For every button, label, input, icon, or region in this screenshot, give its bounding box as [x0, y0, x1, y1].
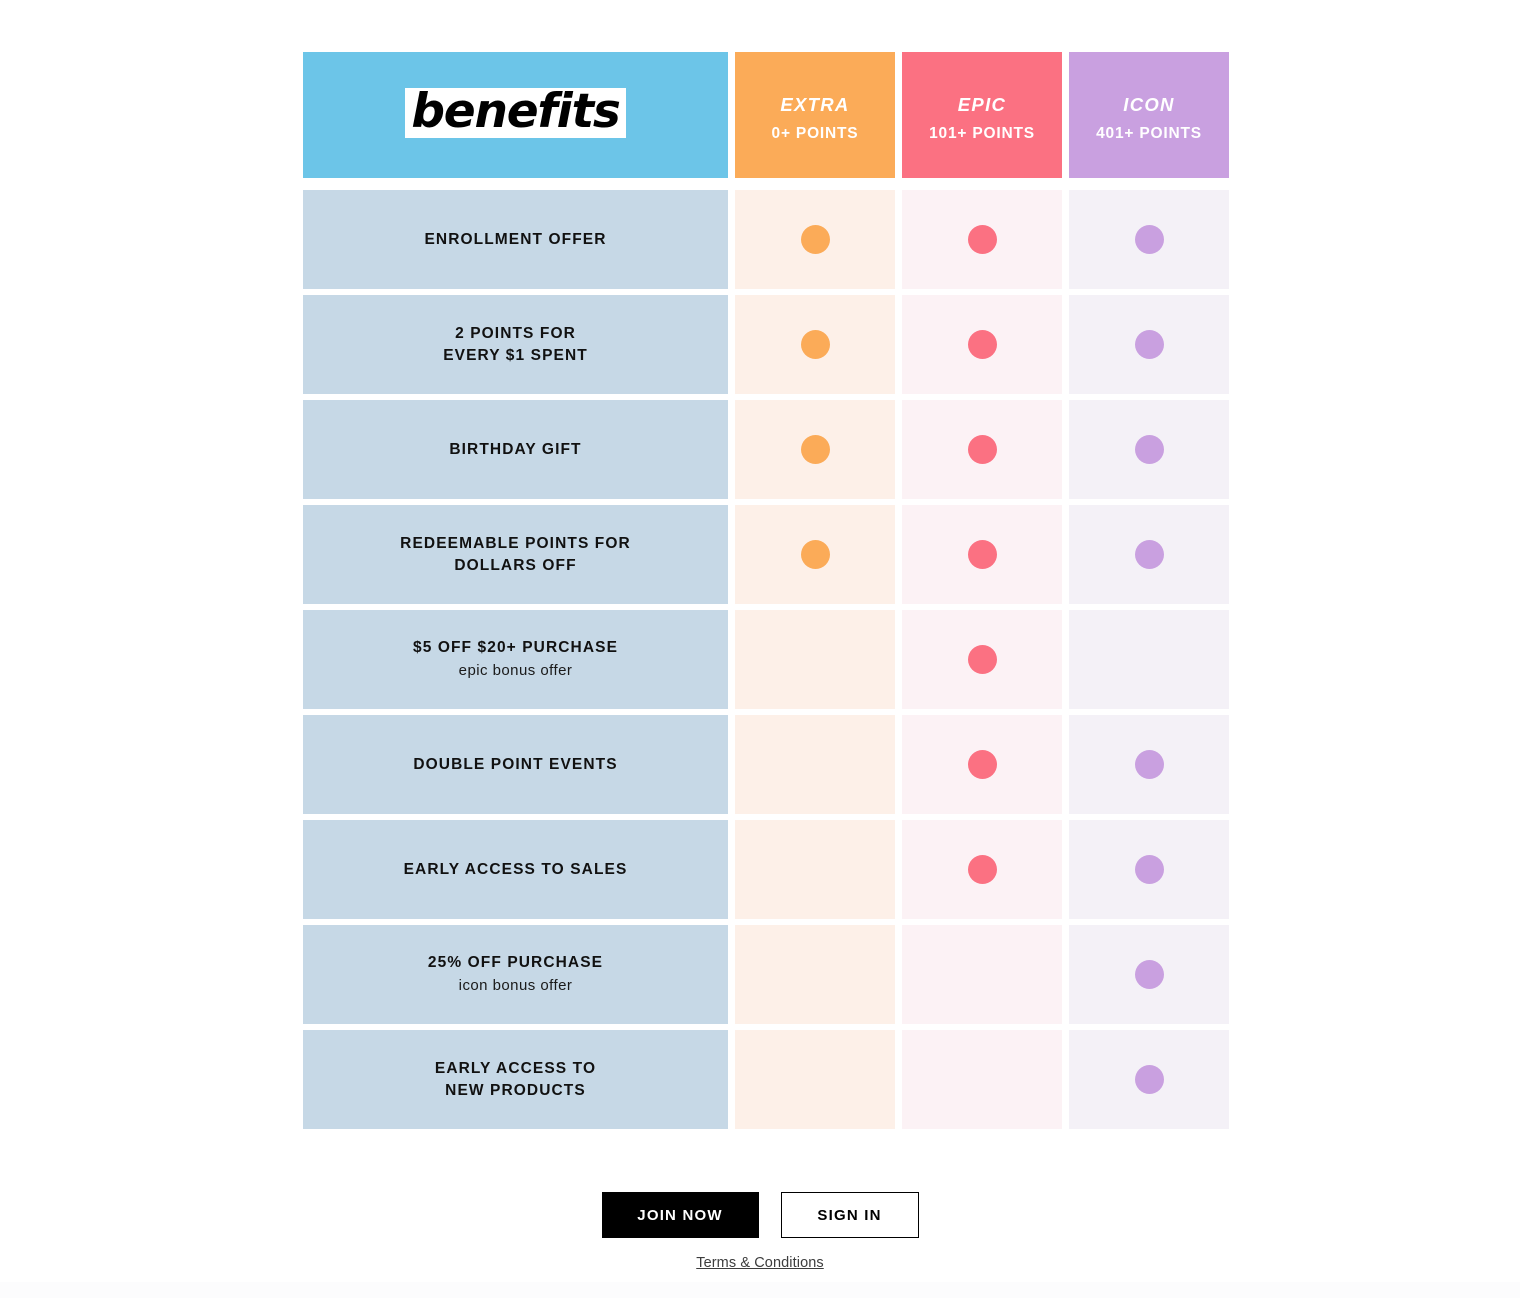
tier-cell-icon: [1069, 1030, 1229, 1129]
benefits-page: benefits EXTRA 0+ POINTS EPIC 101+ POINT…: [0, 0, 1520, 1298]
tier-cell-icon: [1069, 400, 1229, 499]
page-footer: JOIN NOW SIGN IN Terms & Conditions: [0, 1192, 1520, 1271]
included-dot-icon: [1134, 960, 1164, 989]
table-row: ENROLLMENT OFFER: [303, 190, 1229, 289]
benefit-label: $5 OFF $20+ PURCHASE: [412, 638, 619, 656]
benefit-label: ENROLLMENT OFFER: [424, 230, 607, 248]
tier-cell-icon: [1069, 715, 1229, 814]
benefit-label: 25% OFF PURCHASE: [427, 953, 604, 971]
tier-cell-extra: [735, 1030, 895, 1129]
tier-header-extra: EXTRA 0+ POINTS: [735, 52, 895, 178]
included-dot-icon: [967, 540, 997, 569]
benefit-label: 2 POINTS FOR EVERY $1 SPENT: [443, 324, 588, 364]
benefit-label: EARLY ACCESS TO NEW PRODUCTS: [434, 1059, 597, 1099]
included-dot-icon: [1134, 750, 1164, 779]
included-dot-icon: [967, 855, 997, 884]
terms-and-conditions-link[interactable]: Terms & Conditions: [696, 1255, 824, 1271]
sign-in-button[interactable]: SIGN IN: [780, 1192, 919, 1238]
included-dot-icon: [800, 225, 830, 254]
tier-cell-epic: [902, 820, 1062, 919]
tier-cell-epic: [902, 610, 1062, 709]
included-dot-icon: [1134, 1065, 1164, 1094]
tier-cell-icon: [1069, 820, 1229, 919]
tier-cell-extra: [735, 820, 895, 919]
included-dot-icon: [1134, 225, 1164, 254]
tier-cell-extra: [735, 295, 895, 394]
tier-name-extra: EXTRA: [780, 93, 850, 115]
tier-cell-icon: [1069, 925, 1229, 1024]
tier-name-epic: EPIC: [957, 93, 1007, 115]
benefits-wordmark: benefits: [405, 88, 626, 138]
tier-cell-extra: [735, 400, 895, 499]
table-row: EARLY ACCESS TO SALES: [303, 820, 1229, 919]
tier-cell-epic: [902, 925, 1062, 1024]
included-dot-icon: [1134, 330, 1164, 359]
tier-name-icon: ICON: [1123, 93, 1175, 115]
join-now-button[interactable]: JOIN NOW: [601, 1192, 759, 1238]
tier-cell-extra: [735, 610, 895, 709]
tier-cell-epic: [902, 1030, 1062, 1129]
tier-cell-extra: [735, 190, 895, 289]
brand-cell: benefits: [303, 52, 728, 178]
table-row: BIRTHDAY GIFT: [303, 400, 1229, 499]
included-dot-icon: [967, 645, 997, 674]
tier-cell-extra: [735, 505, 895, 604]
tier-cell-epic: [902, 715, 1062, 814]
table-row: REDEEMABLE POINTS FOR DOLLARS OFF: [303, 505, 1229, 604]
benefit-label-cell: BIRTHDAY GIFT: [303, 400, 728, 499]
tier-cell-epic: [902, 400, 1062, 499]
benefit-sublabel: icon bonus offer: [458, 976, 573, 994]
tier-header-epic: EPIC 101+ POINTS: [902, 52, 1062, 178]
included-dot-icon: [1134, 435, 1164, 464]
included-dot-icon: [967, 330, 997, 359]
tier-cell-epic: [902, 505, 1062, 604]
benefit-label: REDEEMABLE POINTS FOR DOLLARS OFF: [400, 534, 631, 574]
included-dot-icon: [800, 435, 830, 464]
table-row: DOUBLE POINT EVENTS: [303, 715, 1229, 814]
tier-cell-extra: [735, 715, 895, 814]
benefit-rows: ENROLLMENT OFFER 2 POINTS FOR EVERY $1 SPE…: [303, 190, 1229, 1129]
benefit-label-cell: EARLY ACCESS TO SALES: [303, 820, 728, 919]
included-dot-icon: [967, 225, 997, 254]
tier-points-icon: 401+ POINTS: [1096, 124, 1202, 142]
tier-cell-extra: [735, 925, 895, 1024]
included-dot-icon: [800, 330, 830, 359]
benefit-label-cell: 2 POINTS FOR EVERY $1 SPENT: [303, 295, 728, 394]
included-dot-icon: [800, 540, 830, 569]
benefit-label: EARLY ACCESS TO SALES: [403, 860, 628, 878]
benefit-label-cell: EARLY ACCESS TO NEW PRODUCTS: [303, 1030, 728, 1129]
table-header-row: benefits EXTRA 0+ POINTS EPIC 101+ POINT…: [303, 52, 1229, 178]
tier-cell-icon: [1069, 295, 1229, 394]
bottom-strip: [0, 1282, 1520, 1298]
cta-row: JOIN NOW SIGN IN: [601, 1192, 919, 1238]
benefit-label-cell: DOUBLE POINT EVENTS: [303, 715, 728, 814]
table-row: EARLY ACCESS TO NEW PRODUCTS: [303, 1030, 1229, 1129]
tier-cell-icon: [1069, 505, 1229, 604]
table-row: $5 OFF $20+ PURCHASE epic bonus offer: [303, 610, 1229, 709]
benefits-comparison-table: benefits EXTRA 0+ POINTS EPIC 101+ POINT…: [303, 52, 1229, 1129]
benefit-label-cell: ENROLLMENT OFFER: [303, 190, 728, 289]
tier-points-epic: 101+ POINTS: [929, 124, 1035, 142]
tier-cell-icon: [1069, 190, 1229, 289]
tier-header-icon: ICON 401+ POINTS: [1069, 52, 1229, 178]
table-row: 25% OFF PURCHASE icon bonus offer: [303, 925, 1229, 1024]
tier-cell-epic: [902, 295, 1062, 394]
benefit-label: DOUBLE POINT EVENTS: [413, 755, 618, 773]
tier-cell-epic: [902, 190, 1062, 289]
included-dot-icon: [1134, 540, 1164, 569]
benefit-label: BIRTHDAY GIFT: [449, 440, 582, 458]
tier-points-extra: 0+ POINTS: [771, 124, 859, 142]
benefit-sublabel: epic bonus offer: [458, 661, 573, 679]
included-dot-icon: [967, 750, 997, 779]
benefit-label-cell: REDEEMABLE POINTS FOR DOLLARS OFF: [303, 505, 728, 604]
tier-cell-icon: [1069, 610, 1229, 709]
included-dot-icon: [1134, 855, 1164, 884]
included-dot-icon: [967, 435, 997, 464]
benefit-label-cell: $5 OFF $20+ PURCHASE epic bonus offer: [303, 610, 728, 709]
benefit-label-cell: 25% OFF PURCHASE icon bonus offer: [303, 925, 728, 1024]
table-row: 2 POINTS FOR EVERY $1 SPENT: [303, 295, 1229, 394]
